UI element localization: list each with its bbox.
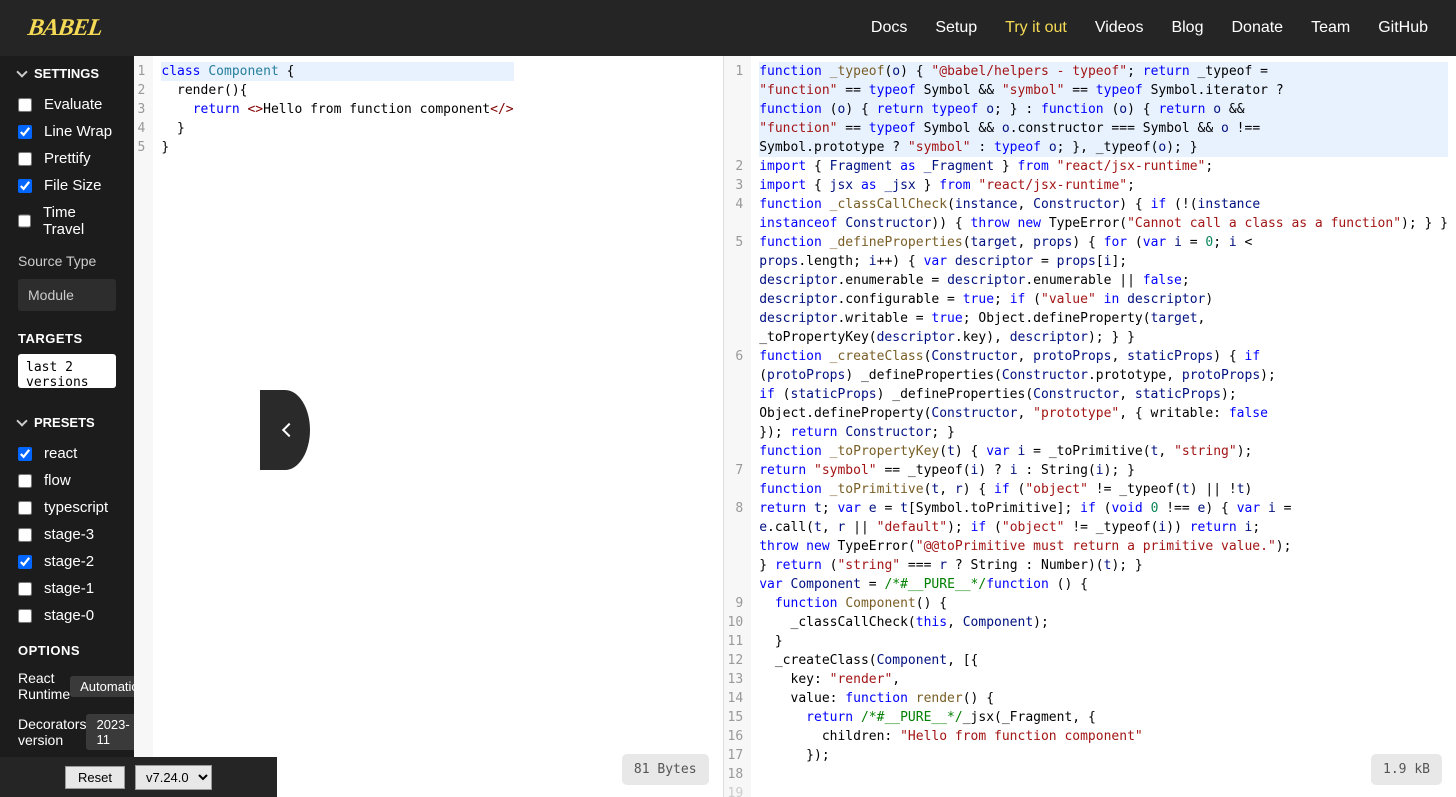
setting-time-travel[interactable]: Time Travel	[0, 199, 134, 243]
input-gutter: 12345	[134, 56, 154, 797]
output-editor[interactable]: 1 234 5 6 7 8 910111213141516171819 func…	[724, 56, 1456, 797]
stage-2-checkbox[interactable]	[18, 555, 32, 569]
line-wrap-checkbox[interactable]	[18, 125, 32, 139]
nav-team[interactable]: Team	[1311, 19, 1350, 37]
preset-stage-2[interactable]: stage-2	[0, 548, 134, 575]
version-select[interactable]: v7.24.0	[135, 765, 212, 790]
input-size-badge: 81 Bytes	[622, 754, 709, 785]
stage-3-checkbox[interactable]	[18, 528, 32, 542]
presets-title: PRESETS	[34, 415, 95, 430]
output-gutter: 1 234 5 6 7 8 910111213141516171819	[724, 56, 752, 797]
stage-1-checkbox[interactable]	[18, 582, 32, 596]
setting-evaluate[interactable]: Evaluate	[0, 91, 134, 118]
nav-videos[interactable]: Videos	[1095, 19, 1144, 37]
stage-0-checkbox[interactable]	[18, 609, 32, 623]
typescript-checkbox[interactable]	[18, 501, 32, 515]
react-runtime-select[interactable]: Automatic	[70, 676, 133, 697]
nav-donate[interactable]: Donate	[1231, 19, 1283, 37]
preset-stage-0[interactable]: stage-0	[0, 602, 134, 629]
chevron-left-icon	[282, 423, 296, 437]
flow-checkbox[interactable]	[18, 474, 32, 488]
setting-prettify[interactable]: Prettify	[0, 145, 134, 172]
decorators-version-select[interactable]: 2023-11	[86, 714, 133, 750]
reset-button[interactable]: Reset	[65, 766, 125, 789]
settings-section-header[interactable]: SETTINGS	[0, 56, 134, 91]
babel-logo: BABEL	[26, 15, 103, 42]
decorators-version-label: Decorators version	[18, 716, 86, 748]
settings-title: SETTINGS	[34, 66, 99, 81]
source-type-select[interactable]: Module	[18, 279, 116, 311]
preset-stage-1[interactable]: stage-1	[0, 575, 134, 602]
preset-flow[interactable]: flow	[0, 467, 134, 494]
prettify-checkbox[interactable]	[18, 152, 32, 166]
preset-typescript[interactable]: typescript	[0, 494, 134, 521]
nav-blog[interactable]: Blog	[1171, 19, 1203, 37]
bottom-bar: Reset v7.24.0	[0, 757, 277, 797]
options-title: OPTIONS	[0, 629, 134, 664]
main-nav: Docs Setup Try it out Videos Blog Donate…	[871, 19, 1428, 37]
nav-docs[interactable]: Docs	[871, 19, 907, 37]
setting-line-wrap[interactable]: Line Wrap	[0, 118, 134, 145]
time-travel-checkbox[interactable]	[18, 214, 31, 228]
react-runtime-row: React Runtime Automatic	[0, 664, 134, 708]
presets-section-header[interactable]: PRESETS	[0, 405, 134, 440]
sidebar: SETTINGS Evaluate Line Wrap Prettify Fil…	[0, 56, 134, 797]
decorators-version-row: Decorators version 2023-11	[0, 708, 134, 756]
react-checkbox[interactable]	[18, 447, 32, 461]
preset-stage-3[interactable]: stage-3	[0, 521, 134, 548]
output-code: function _typeof(o) { "@babel/helpers - …	[751, 56, 1456, 797]
evaluate-checkbox[interactable]	[18, 98, 32, 112]
nav-try-it-out[interactable]: Try it out	[1005, 19, 1067, 37]
preset-react[interactable]: react	[0, 440, 134, 467]
setting-file-size[interactable]: File Size	[0, 172, 134, 199]
chevron-down-icon	[16, 66, 27, 77]
nav-github[interactable]: GitHub	[1378, 19, 1428, 37]
react-runtime-label: React Runtime	[18, 670, 70, 702]
targets-label: TARGETS	[0, 315, 134, 354]
chevron-down-icon	[16, 415, 27, 426]
source-type-label: Source Type	[0, 243, 134, 275]
header: BABEL Docs Setup Try it out Videos Blog …	[0, 0, 1456, 56]
sidebar-collapse-button[interactable]	[260, 390, 310, 470]
input-editor[interactable]: 12345 class Component { render(){ return…	[134, 56, 724, 797]
nav-setup[interactable]: Setup	[935, 19, 977, 37]
targets-input[interactable]	[18, 354, 116, 388]
file-size-checkbox[interactable]	[18, 179, 32, 193]
output-size-badge: 1.9 kB	[1371, 754, 1442, 785]
input-code[interactable]: class Component { render(){ return <>Hel…	[153, 56, 521, 797]
